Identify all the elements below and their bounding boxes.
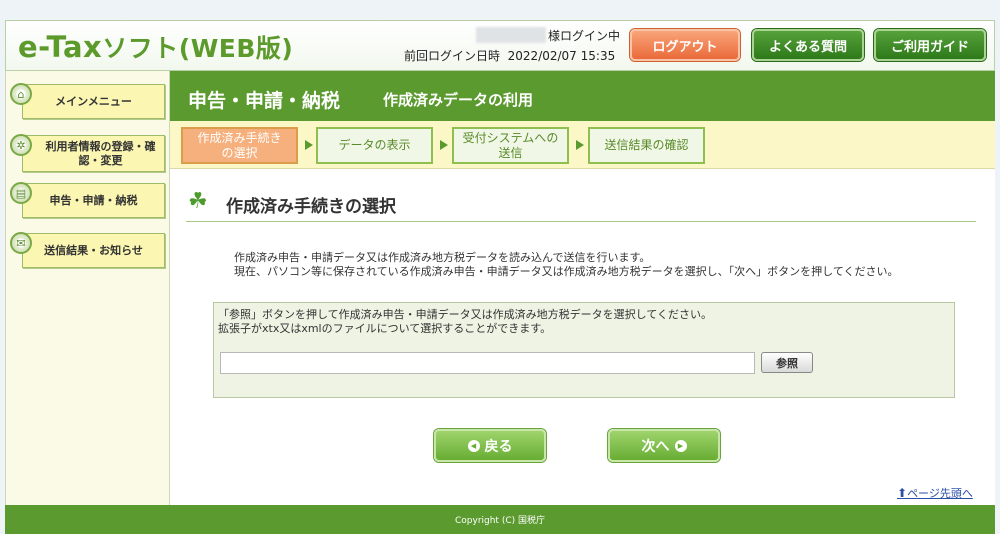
sidebar-item-user-info[interactable]: 利用者情報の登録・確認・変更 [22, 135, 165, 172]
sidebar-item-label: 申告・申請・納税 [49, 193, 138, 207]
step-select-procedure: 作成済み手続き の選択 [181, 127, 298, 164]
sidebar-item-label: メインメニュー [55, 94, 132, 108]
gear-icon: ✲ [10, 134, 32, 156]
step-progress: 作成済み手続き の選択 データの表示 受付システムへの 送信 送信結果の確認 [170, 121, 995, 169]
step-send-to-system: 受付システムへの 送信 [452, 127, 569, 164]
title-bar: 申告・申請・納税 作成済みデータの利用 [170, 71, 995, 121]
faq-button[interactable]: よくある質問 [752, 29, 864, 61]
step-arrow-icon [305, 140, 313, 150]
back-button-label: 戻る [484, 438, 513, 455]
description-line-2: 現在、パソコン等に保存されている作成済み申告・申請データ又は作成済み地方税データ… [234, 265, 899, 278]
file-box-instruction-2: 拡張子がxtx又はxmlのファイルについて選択することができます。 [218, 322, 552, 335]
clover-icon: ☘ [188, 189, 208, 214]
section-title: 作成済み手続きの選択 [226, 197, 396, 217]
sidebar: メインメニュー ⌂ 利用者情報の登録・確認・変更 ✲ 申告・申請・納税 ▤ 送信… [5, 71, 170, 505]
step-arrow-icon [440, 140, 448, 150]
user-guide-button[interactable]: ご利用ガイド [874, 29, 986, 61]
last-login: 前回ログイン日時 2022/02/07 15:35 [404, 47, 615, 64]
document-icon: ▤ [10, 182, 32, 204]
main-content: ☘ 作成済み手続きの選択 作成済み申告・申請データ又は作成済み地方税データを読み… [170, 169, 995, 505]
page-top-link[interactable]: ⬆ページ先頭へ [897, 485, 973, 501]
step-confirm-result: 送信結果の確認 [588, 127, 705, 164]
next-button[interactable]: 次へ ▶ [608, 429, 720, 462]
section-divider [186, 221, 976, 222]
page-subtitle: 作成済みデータの利用 [383, 91, 534, 109]
etax-logo: e-Taxソフト(WEB版) [18, 29, 293, 65]
sidebar-item-results[interactable]: 送信結果・お知らせ [22, 233, 165, 268]
footer: Copyright (C) 国税庁 [5, 505, 995, 534]
step-arrow-icon [576, 140, 584, 150]
file-select-box: 「参照」ボタンを押して作成済み申告・申請データ又は作成済み地方税データを選択して… [213, 302, 955, 398]
logout-button[interactable]: ログアウト [630, 29, 740, 61]
sidebar-item-main-menu[interactable]: メインメニュー [22, 84, 165, 119]
arrow-up-icon: ⬆ [897, 486, 908, 500]
sidebar-item-label: 利用者情報の登録・確認・変更 [45, 139, 156, 167]
back-button[interactable]: ◀ 戻る [434, 429, 546, 462]
mail-icon: ✉ [10, 232, 32, 254]
home-icon: ⌂ [10, 83, 32, 105]
last-login-value: 2022/02/07 15:35 [507, 49, 616, 63]
back-arrow-icon: ◀ [467, 439, 480, 452]
user-name-blurred [476, 27, 546, 43]
next-arrow-icon: ▶ [674, 439, 687, 452]
sidebar-item-label: 送信結果・お知らせ [44, 243, 143, 257]
logo-sub-text: ソフト(WEB版) [102, 34, 294, 63]
browse-button[interactable]: 参照 [761, 352, 813, 373]
last-login-label: 前回ログイン日時 [404, 49, 501, 63]
copyright-text: Copyright (C) 国税庁 [454, 516, 545, 526]
login-status: 様ログイン中 [548, 29, 621, 43]
header: e-Taxソフト(WEB版) 様ログイン中 前回ログイン日時 2022/02/0… [5, 20, 995, 71]
page-top-label: ページ先頭へ [907, 487, 973, 500]
step-display-data: データの表示 [316, 127, 433, 164]
logo-main-text: e-Tax [18, 30, 103, 64]
page-title: 申告・申請・納税 [188, 90, 341, 112]
file-path-input[interactable] [220, 352, 755, 374]
sidebar-item-filing[interactable]: 申告・申請・納税 [22, 183, 165, 218]
next-button-label: 次へ [641, 438, 670, 455]
